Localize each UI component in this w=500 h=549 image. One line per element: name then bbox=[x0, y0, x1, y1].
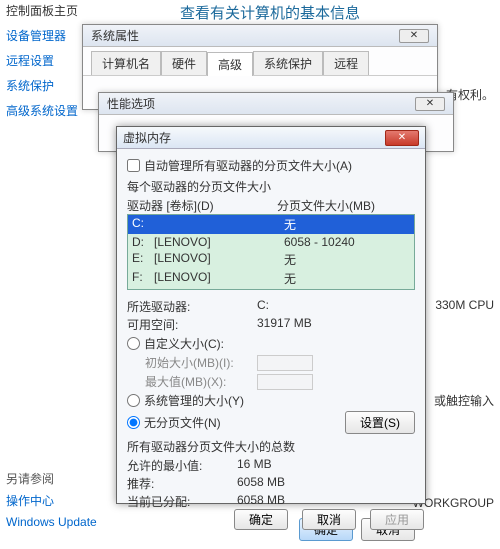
system-managed-radio[interactable] bbox=[127, 394, 140, 407]
sys-apply-button[interactable]: 应用 bbox=[370, 509, 424, 530]
totals-title: 所有驱动器分页文件大小的总数 bbox=[127, 438, 415, 455]
initial-size-label: 初始大小(MB)(I): bbox=[145, 354, 257, 371]
drive-row[interactable]: F: [LENOVO] 无 bbox=[128, 269, 414, 288]
set-button[interactable]: 设置(S) bbox=[345, 411, 415, 434]
drive-letter: D: bbox=[132, 235, 154, 249]
selected-drive-label: 所选驱动器: bbox=[127, 298, 257, 315]
drive-row[interactable]: D: [LENOVO] 6058 - 10240 bbox=[128, 234, 414, 250]
drive-list[interactable]: C: 无 D: [LENOVO] 6058 - 10240 E: [LENOVO… bbox=[127, 214, 415, 290]
per-drive-label: 每个驱动器的分页文件大小 bbox=[127, 178, 415, 195]
drive-size: 无 bbox=[284, 216, 410, 233]
tab-advanced[interactable]: 高级 bbox=[207, 52, 253, 76]
drive-row[interactable]: C: 无 bbox=[128, 215, 414, 234]
head-drive: 驱动器 [卷标](D) bbox=[127, 197, 277, 214]
cur-value: 6058 MB bbox=[237, 493, 285, 510]
sidebar-title: 控制面板主页 bbox=[6, 2, 86, 19]
avail-space-label: 可用空间: bbox=[127, 316, 257, 333]
perf-titlebar: 性能选项 ✕ bbox=[99, 93, 453, 115]
link-action-center[interactable]: 操作中心 bbox=[6, 489, 97, 512]
sys-bottom-buttons: 确定 取消 应用 bbox=[234, 509, 424, 530]
vm-titlebar: 虚拟内存 ✕ bbox=[117, 127, 425, 149]
initial-size-input bbox=[257, 355, 313, 371]
rec-value: 6058 MB bbox=[237, 475, 285, 492]
drive-row[interactable]: G: [LENOVO] 无 bbox=[128, 288, 414, 290]
min-label: 允许的最小值: bbox=[127, 457, 237, 474]
sidebar-bottom: 另请参阅 操作中心 Windows Update bbox=[6, 470, 97, 532]
see-also-label: 另请参阅 bbox=[6, 470, 97, 487]
rec-label: 推荐: bbox=[127, 475, 237, 492]
head-size: 分页文件大小(MB) bbox=[277, 197, 375, 214]
sidebar-item-remote[interactable]: 远程设置 bbox=[6, 48, 86, 73]
drive-size: 6058 - 10240 bbox=[284, 235, 410, 249]
sidebar-item-device-manager[interactable]: 设备管理器 bbox=[6, 23, 86, 48]
drive-size: 无 bbox=[284, 270, 410, 287]
auto-manage-checkbox[interactable] bbox=[127, 159, 140, 172]
drive-size: 无 bbox=[284, 251, 410, 268]
vm-title: 虚拟内存 bbox=[123, 129, 171, 146]
main-header: 查看有关计算机的基本信息 bbox=[180, 2, 360, 23]
link-windows-update[interactable]: Windows Update bbox=[6, 512, 97, 532]
min-value: 16 MB bbox=[237, 457, 272, 474]
sidebar-item-advanced[interactable]: 高级系统设置 bbox=[6, 98, 86, 123]
tab-remote[interactable]: 远程 bbox=[323, 51, 369, 75]
tab-computer-name[interactable]: 计算机名 bbox=[91, 51, 161, 75]
no-page-radio[interactable] bbox=[127, 416, 140, 429]
sidebar: 控制面板主页 设备管理器 远程设置 系统保护 高级系统设置 bbox=[6, 2, 86, 123]
cur-label: 当前已分配: bbox=[127, 493, 237, 510]
selected-drive-value: C: bbox=[257, 298, 269, 315]
close-icon[interactable]: ✕ bbox=[399, 29, 429, 43]
close-icon[interactable]: ✕ bbox=[385, 130, 419, 146]
sys-tabs: 计算机名 硬件 高级 系统保护 远程 bbox=[83, 47, 437, 76]
tab-protection[interactable]: 系统保护 bbox=[253, 51, 323, 75]
drive-letter: G: bbox=[132, 289, 154, 290]
custom-size-radio[interactable] bbox=[127, 337, 140, 350]
drive-list-header: 驱动器 [卷标](D) 分页文件大小(MB) bbox=[127, 197, 415, 214]
sidebar-item-protection[interactable]: 系统保护 bbox=[6, 73, 86, 98]
drive-row[interactable]: E: [LENOVO] 无 bbox=[128, 250, 414, 269]
sys-cancel-button[interactable]: 取消 bbox=[302, 509, 356, 530]
system-managed-label: 系统管理的大小(Y) bbox=[144, 392, 244, 409]
auto-manage-label: 自动管理所有驱动器的分页文件大小(A) bbox=[144, 157, 352, 174]
sys-titlebar: 系统属性 ✕ bbox=[83, 25, 437, 47]
drive-size: 无 bbox=[284, 289, 410, 290]
drive-label: [LENOVO] bbox=[154, 251, 284, 268]
drive-label: [LENOVO] bbox=[154, 235, 284, 249]
perf-title: 性能选项 bbox=[107, 95, 155, 112]
drive-letter: F: bbox=[132, 270, 154, 287]
virtual-memory-window: 虚拟内存 ✕ 自动管理所有驱动器的分页文件大小(A) 每个驱动器的分页文件大小 … bbox=[116, 126, 426, 504]
cpu-text: 330M CPU bbox=[435, 298, 494, 312]
drive-letter: E: bbox=[132, 251, 154, 268]
max-size-input bbox=[257, 374, 313, 390]
no-page-label: 无分页文件(N) bbox=[144, 414, 221, 431]
max-size-label: 最大值(MB)(X): bbox=[145, 373, 257, 390]
drive-letter: C: bbox=[132, 216, 154, 233]
drive-label bbox=[154, 216, 284, 233]
custom-size-label: 自定义大小(C): bbox=[144, 335, 224, 352]
tab-hardware[interactable]: 硬件 bbox=[161, 51, 207, 75]
touch-text: 或触控输入 bbox=[434, 392, 494, 409]
avail-space-value: 31917 MB bbox=[257, 316, 312, 333]
sys-title: 系统属性 bbox=[91, 27, 139, 44]
drive-label: [LENOVO] bbox=[154, 289, 284, 290]
sys-ok-button[interactable]: 确定 bbox=[234, 509, 288, 530]
drive-label: [LENOVO] bbox=[154, 270, 284, 287]
close-icon[interactable]: ✕ bbox=[415, 97, 445, 111]
